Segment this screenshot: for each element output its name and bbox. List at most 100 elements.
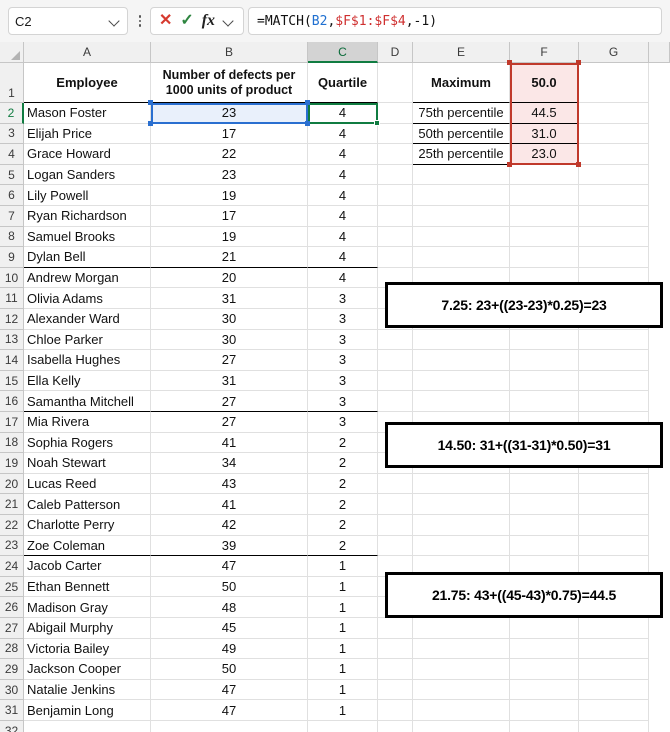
cell-E28[interactable]: [413, 638, 510, 660]
cell-A30[interactable]: Natalie Jenkins: [24, 679, 151, 701]
row-header-31[interactable]: 31: [0, 700, 24, 721]
cell-A29[interactable]: Jackson Cooper: [24, 659, 151, 680]
cell-B16[interactable]: 27: [151, 391, 308, 412]
cell-A4[interactable]: Grace Howard: [24, 144, 151, 165]
cell-C18[interactable]: 2: [308, 432, 378, 454]
cell-C23[interactable]: 2: [308, 535, 378, 557]
cell-A17[interactable]: Mia Rivera: [24, 412, 151, 433]
cell-B1[interactable]: Number of defects per 1000 units of prod…: [151, 63, 308, 103]
cell-G2[interactable]: [579, 103, 649, 124]
row-header-13[interactable]: 13: [0, 329, 24, 351]
cell-A9[interactable]: Dylan Bell: [24, 247, 151, 268]
cell-C25[interactable]: 1: [308, 576, 378, 598]
cell-C1[interactable]: Quartile: [308, 63, 378, 103]
cell-A1[interactable]: Employee: [24, 63, 151, 103]
reference-handle-f-range-0[interactable]: [507, 60, 512, 65]
cell-C3[interactable]: 4: [308, 123, 378, 145]
cell-B30[interactable]: 47: [151, 679, 308, 701]
column-header-g[interactable]: G: [579, 42, 649, 63]
cell-D9[interactable]: [378, 247, 413, 268]
cell-D31[interactable]: [378, 700, 413, 721]
cell-A7[interactable]: Ryan Richardson: [24, 206, 151, 227]
cell-E6[interactable]: [413, 185, 510, 206]
cell-C5[interactable]: 4: [308, 164, 378, 186]
row-header-7[interactable]: 7: [0, 206, 24, 227]
cell-E4[interactable]: 25th percentile: [413, 144, 510, 165]
cell-G21[interactable]: [579, 494, 649, 515]
cell-B23[interactable]: 39: [151, 535, 308, 557]
cell-D28[interactable]: [378, 638, 413, 660]
cell-C4[interactable]: 4: [308, 144, 378, 165]
cell-C20[interactable]: 2: [308, 473, 378, 495]
select-all-corner[interactable]: [0, 42, 24, 63]
cell-A20[interactable]: Lucas Reed: [24, 473, 151, 495]
cell-C9[interactable]: 4: [308, 247, 378, 268]
cell-D5[interactable]: [378, 164, 413, 186]
cell-C24[interactable]: 1: [308, 556, 378, 577]
cell-G31[interactable]: [579, 700, 649, 721]
row-header-2[interactable]: 2: [0, 103, 24, 124]
cell-F13[interactable]: [510, 329, 579, 351]
chevron-down-icon[interactable]: [223, 15, 235, 27]
cell-B7[interactable]: 17: [151, 206, 308, 227]
cell-G1[interactable]: [579, 63, 649, 103]
row-header-22[interactable]: 22: [0, 515, 24, 536]
cell-A8[interactable]: Samuel Brooks: [24, 226, 151, 248]
cell-E9[interactable]: [413, 247, 510, 268]
cell-G28[interactable]: [579, 638, 649, 660]
cell-C26[interactable]: 1: [308, 597, 378, 618]
cell-A6[interactable]: Lily Powell: [24, 185, 151, 206]
cell-B22[interactable]: 42: [151, 515, 308, 536]
row-header-28[interactable]: 28: [0, 638, 24, 660]
cell-A11[interactable]: Olivia Adams: [24, 288, 151, 309]
cell-D32[interactable]: [378, 721, 413, 732]
kebab-menu-icon[interactable]: [132, 15, 148, 27]
cell-D14[interactable]: [378, 350, 413, 371]
cell-G3[interactable]: [579, 123, 649, 145]
cell-C8[interactable]: 4: [308, 226, 378, 248]
cell-C2[interactable]: 4: [308, 103, 378, 124]
row-header-17[interactable]: 17: [0, 412, 24, 433]
cell-B31[interactable]: 47: [151, 700, 308, 721]
cell-B17[interactable]: 27: [151, 412, 308, 433]
cell-F3[interactable]: 31.0: [510, 123, 579, 145]
cell-A21[interactable]: Caleb Patterson: [24, 494, 151, 515]
cell-B25[interactable]: 50: [151, 576, 308, 598]
cell-D16[interactable]: [378, 391, 413, 412]
cell-G4[interactable]: [579, 144, 649, 165]
cell-A25[interactable]: Ethan Bennett: [24, 576, 151, 598]
cell-G9[interactable]: [579, 247, 649, 268]
row-header-9[interactable]: 9: [0, 247, 24, 268]
column-header-e[interactable]: E: [413, 42, 510, 63]
cell-A12[interactable]: Alexander Ward: [24, 309, 151, 330]
cell-G27[interactable]: [579, 618, 649, 639]
cell-D29[interactable]: [378, 659, 413, 680]
reference-handle-f-range-1[interactable]: [576, 60, 581, 65]
cell-E13[interactable]: [413, 329, 510, 351]
chevron-down-icon[interactable]: [109, 15, 121, 27]
cell-C7[interactable]: 4: [308, 206, 378, 227]
cell-C11[interactable]: 3: [308, 288, 378, 309]
cell-E22[interactable]: [413, 515, 510, 536]
cell-B18[interactable]: 41: [151, 432, 308, 454]
cell-D8[interactable]: [378, 226, 413, 248]
cell-G5[interactable]: [579, 164, 649, 186]
cell-G22[interactable]: [579, 515, 649, 536]
cell-F32[interactable]: [510, 721, 579, 732]
cell-A27[interactable]: Abigail Murphy: [24, 618, 151, 639]
insert-function-icon[interactable]: fx: [202, 13, 215, 29]
cell-B15[interactable]: 31: [151, 370, 308, 392]
spreadsheet-grid[interactable]: ABCDEFG 1 2 3 4 5 6 7 8 9 10 11 12 13 14 15 16 17 18 19 20 2…: [0, 42, 670, 732]
cell-F9[interactable]: [510, 247, 579, 268]
row-header-25[interactable]: 25: [0, 576, 24, 598]
cell-C12[interactable]: 3: [308, 309, 378, 330]
cell-D20[interactable]: [378, 473, 413, 495]
row-header-14[interactable]: 14: [0, 350, 24, 371]
row-header-12[interactable]: 12: [0, 309, 24, 330]
cell-A5[interactable]: Logan Sanders: [24, 164, 151, 186]
cell-C32[interactable]: [308, 721, 378, 732]
cell-F23[interactable]: [510, 535, 579, 557]
cell-B26[interactable]: 48: [151, 597, 308, 618]
cell-G30[interactable]: [579, 679, 649, 701]
cell-F27[interactable]: [510, 618, 579, 639]
